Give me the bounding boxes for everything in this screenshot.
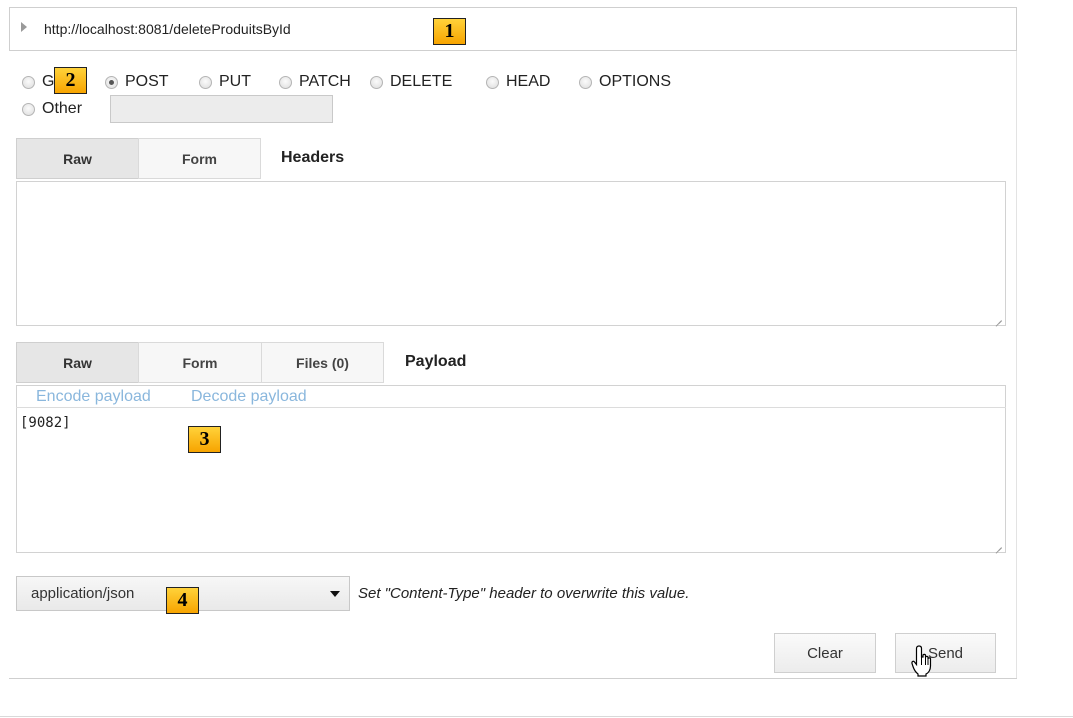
method-radio-put[interactable]: PUT (199, 73, 251, 91)
method-label: DELETE (390, 73, 453, 90)
panel-right-border (1016, 51, 1017, 679)
payload-toolbar-divider (16, 407, 1006, 408)
method-radio-get[interactable]: G (22, 73, 54, 91)
payload-tab-files[interactable]: Files (0) (261, 342, 384, 383)
content-type-value: application/json (31, 585, 135, 602)
annotation-badge-3: 3 (188, 426, 221, 453)
payload-tab-form[interactable]: Form (138, 342, 262, 383)
method-radio-post[interactable]: POST (105, 73, 169, 91)
annotation-badge-2: 2 (54, 67, 87, 94)
radio-icon (579, 75, 592, 89)
panel-bottom-border (9, 678, 1017, 679)
payload-textarea[interactable]: [9082] (20, 415, 71, 431)
radio-icon (486, 75, 499, 89)
method-label: G (42, 73, 55, 90)
method-radio-head[interactable]: HEAD (486, 73, 550, 91)
method-label: PATCH (299, 73, 351, 90)
method-label: HEAD (506, 73, 551, 90)
payload-editor (16, 385, 1006, 553)
headers-tab-form[interactable]: Form (138, 138, 261, 179)
payload-tab-raw[interactable]: Raw (16, 342, 139, 383)
expand-arrow-icon[interactable] (21, 22, 27, 32)
annotation-badge-4: 4 (166, 587, 199, 614)
resize-handle-icon[interactable] (993, 539, 1003, 549)
encode-payload-link[interactable]: Encode payload (36, 388, 151, 406)
method-label: OPTIONS (599, 73, 672, 90)
headers-tab-raw[interactable]: Raw (16, 138, 139, 179)
method-label: Other (42, 100, 83, 117)
resize-handle-icon[interactable] (993, 312, 1003, 322)
decode-payload-link[interactable]: Decode payload (191, 388, 307, 406)
radio-icon (279, 75, 292, 89)
clear-button[interactable]: Clear (774, 633, 876, 673)
method-label: POST (125, 73, 169, 90)
method-radio-delete[interactable]: DELETE (370, 73, 452, 91)
content-type-hint: Set "Content-Type" header to overwrite t… (358, 585, 690, 602)
method-radio-options[interactable]: OPTIONS (579, 73, 671, 91)
headers-title: Headers (281, 149, 345, 166)
method-label: PUT (219, 73, 251, 90)
method-radio-patch[interactable]: PATCH (279, 73, 351, 91)
annotation-badge-1: 1 (433, 18, 466, 45)
radio-icon (370, 75, 383, 89)
url-input[interactable] (36, 13, 1011, 45)
radio-checked-icon (105, 75, 118, 89)
radio-icon (22, 75, 35, 89)
dropdown-caret-icon (330, 591, 340, 597)
headers-textarea[interactable] (16, 181, 1006, 326)
hand-cursor-icon (911, 645, 932, 677)
radio-icon (22, 102, 35, 116)
radio-icon (199, 75, 212, 89)
other-method-input[interactable] (110, 95, 333, 123)
payload-title: Payload (405, 353, 467, 370)
method-radio-other[interactable]: Other (22, 100, 82, 118)
page-divider (0, 716, 1073, 717)
